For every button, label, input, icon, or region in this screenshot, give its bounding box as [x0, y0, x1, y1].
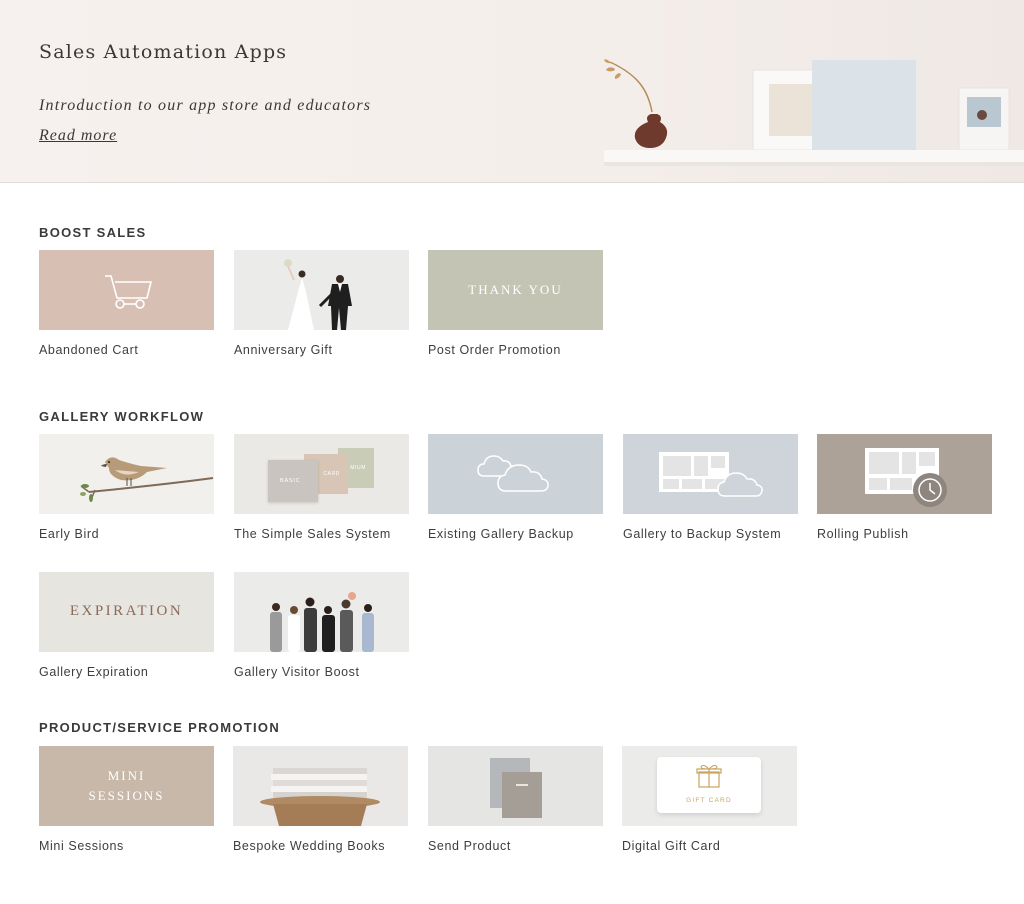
shopping-cart-icon: [105, 275, 153, 309]
gift-card: GIFT CARD: [657, 757, 761, 813]
app-card-abandoned-cart[interactable]: Abandoned Cart: [39, 250, 214, 357]
app-card-label: Gallery Expiration: [39, 665, 149, 679]
app-card-label: Anniversary Gift: [234, 343, 333, 357]
pricing-card-text: BASIC: [280, 478, 301, 484]
app-card-gallery-expiration[interactable]: EXPIRATION Gallery Expiration: [39, 572, 214, 679]
app-thumbnail: GIFT CARD: [622, 746, 797, 826]
app-card-label: Early Bird: [39, 527, 100, 541]
app-card-label: Rolling Publish: [817, 527, 909, 541]
pricing-card-text: CARD: [323, 471, 340, 477]
app-thumbnail: THANK YOU: [428, 250, 603, 330]
app-card-label: Mini Sessions: [39, 839, 124, 853]
product-boxes-icon: [490, 758, 542, 818]
gift-icon: [696, 764, 722, 788]
app-card-early-bird[interactable]: Early Bird: [39, 434, 214, 541]
app-thumbnail: [623, 434, 798, 514]
thumbnail-text: THANK YOU: [468, 282, 563, 297]
thumbnail-text: MINI SESSIONS: [88, 768, 165, 803]
app-card-gallery-visitor-boost[interactable]: Gallery Visitor Boost: [234, 572, 409, 679]
pricing-card-basic: BASIC: [268, 460, 318, 502]
app-card-label: Abandoned Cart: [39, 343, 139, 357]
hero-banner: Sales Automation Apps Introduction to ou…: [0, 0, 1024, 183]
section-title-gallery-workflow: GALLERY WORKFLOW: [39, 409, 205, 424]
bird-on-branch-illustration: [80, 457, 214, 502]
app-card-post-order-promotion[interactable]: THANK YOU Post Order Promotion: [428, 250, 603, 357]
thumbnail-text: EXPIRATION: [69, 603, 184, 619]
app-card-label: Send Product: [428, 839, 511, 853]
app-thumbnail: [428, 434, 603, 514]
app-card-anniversary-gift[interactable]: Anniversary Gift: [234, 250, 409, 357]
gallery-clock-icon: [865, 448, 947, 507]
app-thumbnail: [39, 434, 214, 514]
app-card-label: Post Order Promotion: [428, 343, 561, 357]
app-thumbnail: [428, 746, 603, 826]
app-thumbnail: [234, 250, 409, 330]
app-card-label: Digital Gift Card: [622, 839, 721, 853]
app-card-label: Bespoke Wedding Books: [233, 839, 386, 853]
app-thumbnail: [234, 572, 409, 652]
app-thumbnail: [233, 746, 408, 826]
cloud-icon: [477, 455, 549, 492]
app-card-gallery-to-backup-system[interactable]: Gallery to Backup System: [623, 434, 798, 541]
app-card-bespoke-wedding-books[interactable]: Bespoke Wedding Books: [233, 746, 408, 853]
app-card-label: Gallery to Backup System: [623, 527, 782, 541]
hero-subtitle: Introduction to our app store and educat…: [39, 97, 372, 114]
section-title-product-service-promotion: PRODUCT/SERVICE PROMOTION: [39, 720, 281, 735]
page-title: Sales Automation Apps: [39, 41, 288, 63]
app-card-rolling-publish[interactable]: Rolling Publish: [817, 434, 992, 541]
app-card-digital-gift-card[interactable]: GIFT CARD Digital Gift Card: [622, 746, 797, 853]
app-card-existing-gallery-backup[interactable]: Existing Gallery Backup: [428, 434, 603, 541]
app-card-label: Existing Gallery Backup: [428, 527, 574, 541]
app-card-label: Gallery Visitor Boost: [234, 665, 360, 679]
app-card-label: The Simple Sales System: [234, 527, 391, 541]
pricing-card-text: MIUM: [350, 465, 366, 471]
wedding-couple-illustration: [284, 259, 352, 330]
shelf-illustration: [604, 59, 1024, 166]
app-card-simple-sales-system[interactable]: MIUM CARD BASIC The Simple Sales System: [234, 434, 409, 541]
section-title-boost-sales: BOOST SALES: [39, 225, 147, 240]
app-thumbnail: [39, 250, 214, 330]
gift-card-text: GIFT CARD: [686, 797, 732, 804]
app-thumbnail: MIUM CARD BASIC: [234, 434, 409, 514]
gallery-cloud-icon: [659, 452, 763, 497]
read-more-link[interactable]: Read more: [39, 127, 117, 145]
books-on-table-photo: [260, 768, 380, 826]
app-card-send-product[interactable]: Send Product: [428, 746, 603, 853]
app-card-mini-sessions[interactable]: MINI SESSIONS Mini Sessions: [39, 746, 214, 853]
app-thumbnail: EXPIRATION: [39, 572, 214, 652]
app-thumbnail: [817, 434, 992, 514]
people-group-illustration: [270, 592, 374, 652]
app-thumbnail: MINI SESSIONS: [39, 746, 214, 826]
